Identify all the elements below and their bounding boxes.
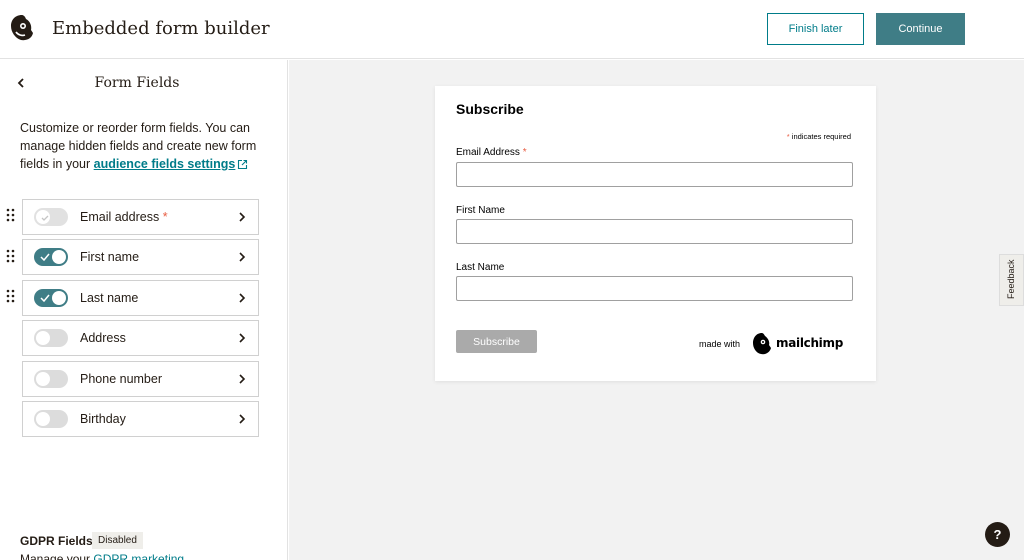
continue-button[interactable]: Continue <box>876 13 965 45</box>
field-label-email: Email address * <box>80 210 168 224</box>
address-toggle[interactable] <box>34 329 68 347</box>
chevron-right-icon <box>239 333 246 343</box>
field-label-address: Address <box>80 331 126 345</box>
field-label-first-name: First name <box>80 250 140 264</box>
gdpr-fields-title: GDPR Fields <box>20 534 93 548</box>
drag-handle-icon[interactable] <box>6 289 16 303</box>
chevron-right-icon <box>239 293 246 303</box>
mailchimp-logo-icon[interactable] <box>8 13 36 43</box>
external-link-icon <box>238 160 248 170</box>
gdpr-description: Manage your GDPR marketing <box>20 552 184 560</box>
form-preview-canvas: Subscribe * indicates required Email Add… <box>289 60 1024 560</box>
email-input[interactable] <box>456 162 853 187</box>
first-name-toggle[interactable] <box>34 248 68 266</box>
top-header: Embedded form builder Finish later Conti… <box>0 0 1024 59</box>
mailchimp-freddie-icon <box>753 333 771 355</box>
phone-number-toggle[interactable] <box>34 370 68 388</box>
field-row-birthday[interactable]: Birthday <box>22 401 259 437</box>
field-row-phone-number[interactable]: Phone number <box>22 361 259 397</box>
mailchimp-wordmark: mailchimp <box>776 336 843 350</box>
field-row-email[interactable]: Email address * <box>22 199 259 235</box>
birthday-toggle[interactable] <box>34 410 68 428</box>
finish-later-button[interactable]: Finish later <box>767 13 864 45</box>
chevron-right-icon <box>239 414 246 424</box>
field-label-last-name: Last name <box>80 291 139 305</box>
chevron-right-icon <box>239 374 246 384</box>
help-button[interactable]: ? <box>985 522 1010 547</box>
chevron-right-icon <box>239 212 246 222</box>
form-preview-card: Subscribe * indicates required Email Add… <box>435 86 876 381</box>
field-row-last-name[interactable]: Last name <box>22 280 259 316</box>
drag-handle-icon[interactable] <box>6 208 16 222</box>
app-title: Embedded form builder <box>52 18 270 39</box>
form-fields-sidebar: Form Fields Customize or reorder form fi… <box>0 60 288 560</box>
made-with-text: made with <box>699 339 741 349</box>
form-title: Subscribe <box>456 101 524 117</box>
field-row-first-name[interactable]: First name <box>22 239 259 275</box>
chevron-right-icon <box>239 252 246 262</box>
audience-fields-settings-link[interactable]: audience fields settings <box>94 157 236 171</box>
first-name-label: First Name <box>456 205 505 216</box>
sidebar-title: Form Fields <box>94 75 180 91</box>
drag-handle-icon[interactable] <box>6 249 16 263</box>
first-name-input[interactable] <box>456 219 853 244</box>
subscribe-button[interactable]: Subscribe <box>456 330 537 353</box>
gdpr-status-badge: Disabled <box>92 532 143 549</box>
last-name-label: Last Name <box>456 262 505 273</box>
feedback-tab[interactable]: Feedback <box>999 254 1024 306</box>
email-label: Email Address * <box>456 147 527 158</box>
field-label-phone-number: Phone number <box>80 372 163 386</box>
last-name-input[interactable] <box>456 276 853 301</box>
sidebar-description: Customize or reorder form fields. You ca… <box>20 121 257 171</box>
field-row-address[interactable]: Address <box>22 320 259 356</box>
gdpr-marketing-link[interactable]: GDPR marketing <box>93 552 184 560</box>
required-note: * indicates required <box>786 132 851 141</box>
last-name-toggle[interactable] <box>34 289 68 307</box>
field-label-birthday: Birthday <box>80 412 126 426</box>
email-toggle <box>34 208 68 226</box>
